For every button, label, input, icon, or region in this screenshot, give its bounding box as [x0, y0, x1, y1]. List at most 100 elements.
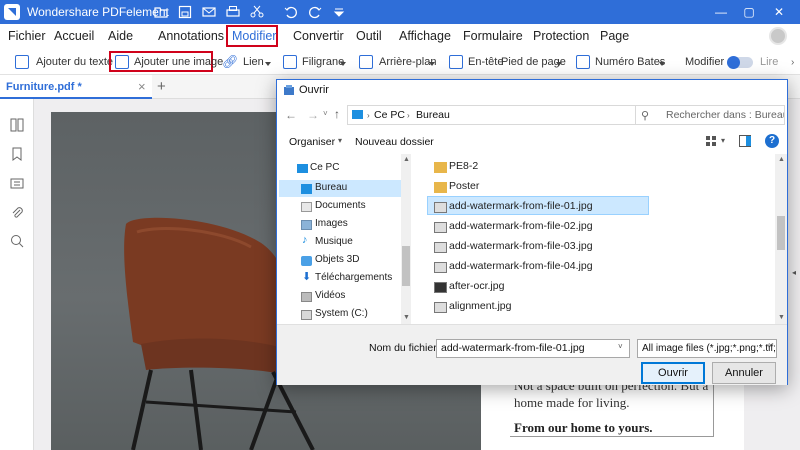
file-item[interactable]: after-ocr.jpg: [449, 280, 504, 292]
nav-images[interactable]: Images: [315, 218, 348, 229]
address-bar[interactable]: › Ce PC › Bureau: [347, 105, 637, 125]
watermark-button[interactable]: Filigrane: [302, 56, 344, 68]
comment-icon[interactable]: [10, 177, 24, 191]
up-arrow-icon[interactable]: ↑: [334, 107, 340, 121]
breadcrumb-ce-pc[interactable]: Ce PC: [374, 107, 405, 124]
file-item[interactable]: PE8-2: [449, 160, 478, 172]
menu-aide[interactable]: Aide: [108, 29, 133, 43]
nav-scroll-down-icon[interactable]: ▼: [403, 314, 410, 321]
view-dropdown-icon[interactable]: ▾: [721, 136, 725, 145]
nav-scroll-up-icon[interactable]: ▲: [403, 156, 410, 163]
menu-convertir[interactable]: Convertir: [293, 29, 344, 43]
nav-scroll-thumb[interactable]: [402, 246, 410, 286]
app-logo-icon: [4, 4, 20, 20]
search-icon[interactable]: [10, 234, 24, 248]
link-dropdown-icon[interactable]: [265, 62, 271, 66]
nav-documents[interactable]: Documents: [315, 200, 366, 211]
nav-videos[interactable]: Vidéos: [315, 290, 345, 301]
file-item[interactable]: add-watermark-from-file-03.jpg: [449, 240, 593, 252]
menu-affichage[interactable]: Affichage: [399, 29, 451, 43]
recent-dropdown-icon[interactable]: ˅: [323, 109, 328, 118]
open-button[interactable]: Ouvrir: [641, 362, 705, 384]
toolbar-more-icon[interactable]: ›: [791, 57, 794, 68]
music-icon: ♪: [302, 234, 308, 246]
close-button[interactable]: ✕: [768, 2, 790, 22]
nav-scrollbar[interactable]: ▲ ▼: [401, 154, 411, 324]
scissors-icon[interactable]: [249, 4, 265, 20]
edit-toolbar: Ajouter du texte Ajouter une image 🔗︎ Li…: [0, 49, 800, 75]
avatar[interactable]: [769, 27, 787, 45]
menu-accueil[interactable]: Accueil: [54, 29, 94, 43]
header-footer-dropdown-icon[interactable]: [556, 62, 562, 66]
file-item[interactable]: add-watermark-from-file-01.jpg: [449, 200, 593, 212]
back-arrow-icon[interactable]: ←: [285, 108, 297, 122]
menu-protection[interactable]: Protection: [533, 29, 589, 43]
search-box[interactable]: ⚲ Rechercher dans : Bureau: [635, 105, 785, 125]
nav-bureau[interactable]: Bureau: [315, 182, 347, 193]
breadcrumb-separator-icon-2: ›: [407, 111, 410, 120]
new-folder-icon[interactable]: [153, 4, 169, 20]
bates-button[interactable]: Numéro Bates: [595, 56, 665, 68]
new-folder-button[interactable]: Nouveau dossier: [355, 136, 434, 148]
link-button[interactable]: Lien: [243, 56, 264, 68]
file-type-select[interactable]: All image files (*.jpg;*.png;*.tif;*: [637, 339, 777, 358]
menu-annotations[interactable]: Annotations: [158, 29, 224, 43]
view-options-icon[interactable]: [705, 135, 719, 147]
nav-system-c[interactable]: System (C:): [315, 308, 368, 319]
maximize-button[interactable]: ▢: [738, 2, 760, 22]
nav-musique[interactable]: Musique: [315, 236, 353, 247]
save-icon[interactable]: [177, 4, 193, 20]
bates-dropdown-icon[interactable]: [659, 62, 665, 66]
filename-label: Nom du fichier :: [369, 342, 443, 354]
file-item[interactable]: Poster: [449, 180, 479, 192]
forward-arrow-icon[interactable]: →: [307, 108, 319, 122]
organize-button[interactable]: Organiser: [289, 136, 335, 148]
menu-page[interactable]: Page: [600, 29, 629, 43]
documents-icon: [301, 202, 312, 212]
menu-outil[interactable]: Outil: [356, 29, 382, 43]
file-scroll-down-icon[interactable]: ▼: [778, 314, 785, 321]
minimize-button[interactable]: —: [710, 2, 732, 22]
filename-dropdown-icon[interactable]: ˅: [618, 342, 623, 351]
file-scroll-thumb[interactable]: [777, 216, 785, 250]
header-button[interactable]: En-tête: [468, 56, 503, 68]
menu-formulaire[interactable]: Formulaire: [463, 29, 523, 43]
modify-read-toggle[interactable]: [727, 56, 753, 69]
attachment-icon[interactable]: [10, 206, 24, 220]
menu-fichier[interactable]: Fichier: [8, 29, 46, 43]
file-scroll-up-icon[interactable]: ▲: [778, 156, 785, 163]
print-icon[interactable]: [225, 4, 241, 20]
nav-ce-pc[interactable]: Ce PC: [310, 162, 339, 173]
add-tab-icon[interactable]: +: [157, 78, 166, 95]
nav-objets-3d[interactable]: Objets 3D: [315, 254, 359, 265]
breadcrumb-bureau[interactable]: Bureau: [416, 107, 450, 124]
mail-icon[interactable]: [201, 4, 217, 20]
file-item[interactable]: add-watermark-from-file-02.jpg: [449, 220, 593, 232]
quick-access-dropdown-icon[interactable]: [331, 4, 347, 20]
cancel-button[interactable]: Annuler: [712, 362, 776, 384]
organize-dropdown-icon[interactable]: ▾: [338, 136, 342, 145]
background-dropdown-icon[interactable]: [429, 62, 435, 66]
nav-telechargements[interactable]: Téléchargements: [315, 272, 392, 283]
bookmark-icon[interactable]: [10, 147, 24, 161]
close-tab-icon[interactable]: ×: [138, 79, 146, 94]
preview-pane-icon[interactable]: [739, 135, 751, 147]
file-item[interactable]: add-watermark-from-file-04.jpg: [449, 260, 593, 272]
menu-modifier[interactable]: Modifier: [232, 29, 276, 43]
preview-pane-fill: [746, 136, 751, 146]
undo-icon[interactable]: [283, 4, 299, 20]
document-tab[interactable]: Furniture.pdf * ×: [0, 75, 152, 99]
background-button[interactable]: Arrière-plan: [379, 56, 436, 68]
file-item[interactable]: alignment.jpg: [449, 300, 511, 312]
watermark-dropdown-icon[interactable]: [340, 62, 346, 66]
filename-input[interactable]: add-watermark-from-file-01.jpg: [436, 339, 630, 358]
redo-icon[interactable]: [307, 4, 323, 20]
add-text-button[interactable]: Ajouter du texte: [36, 56, 113, 68]
add-image-button[interactable]: Ajouter une image: [134, 56, 223, 68]
help-icon[interactable]: ?: [765, 134, 779, 148]
thumbnails-icon[interactable]: [10, 118, 24, 132]
file-type-dropdown-icon[interactable]: ˅: [767, 342, 772, 351]
file-list-scrollbar[interactable]: ▲ ▼: [775, 154, 787, 324]
menu-bar: Fichier Accueil Aide Annotations Modifie…: [0, 24, 800, 49]
expand-right-panel-icon[interactable]: ◂: [792, 268, 796, 277]
